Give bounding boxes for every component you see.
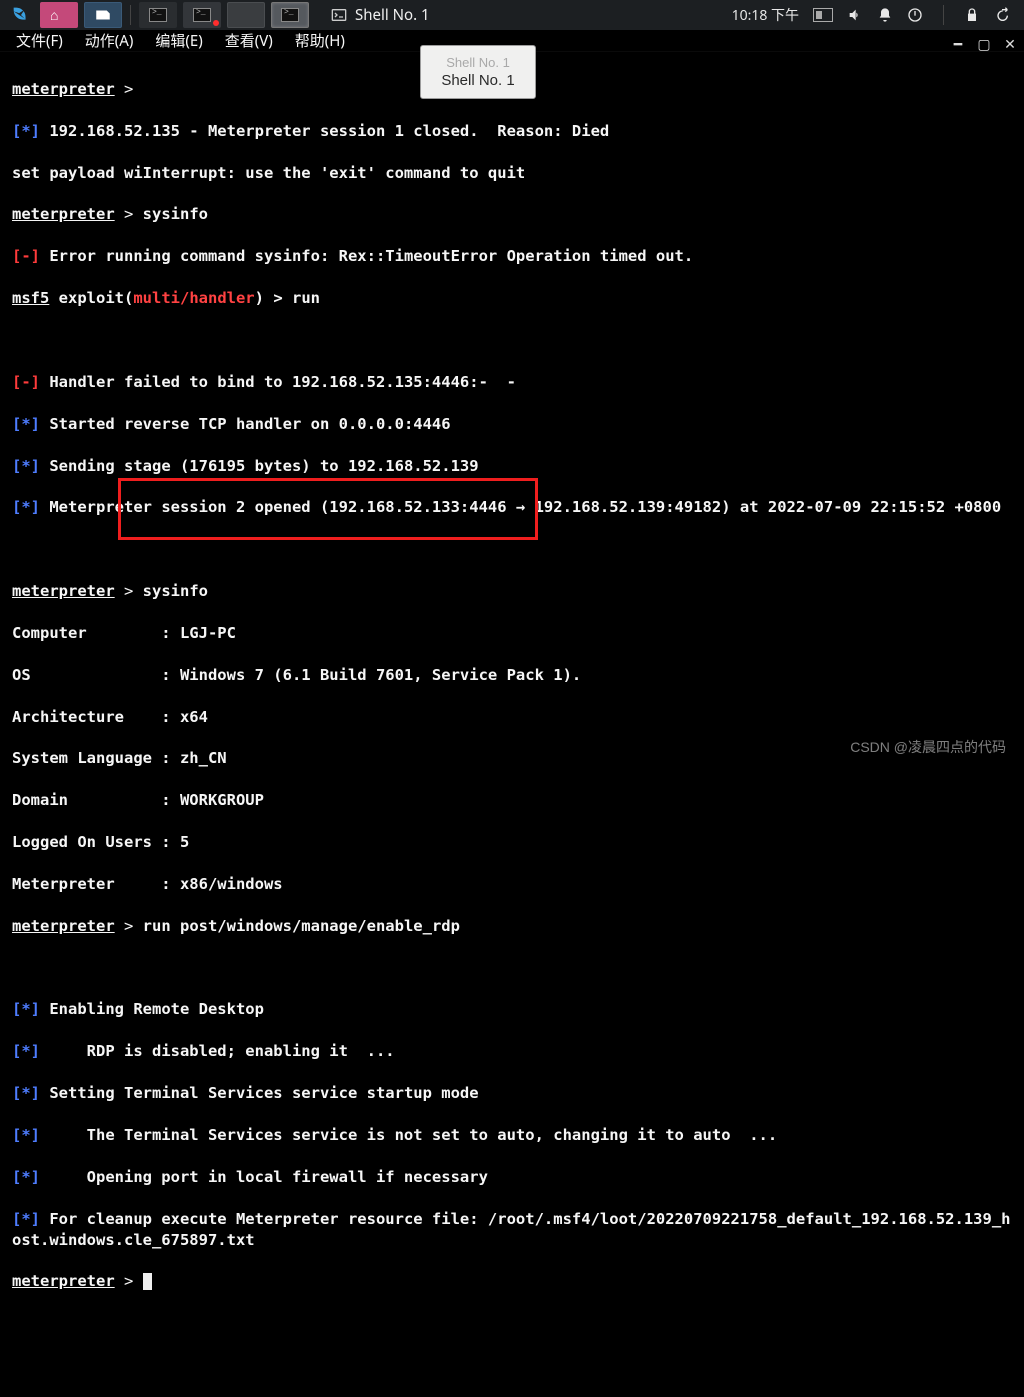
sysinfo-computer: Computer : LGJ-PC: [12, 623, 1012, 644]
sysinfo-arch: Architecture : x64: [12, 707, 1012, 728]
terminal-output[interactable]: meterpreter > [*] 192.168.52.135 - Meter…: [0, 52, 1024, 1397]
close-button[interactable]: ✕: [1002, 36, 1018, 52]
bell-icon[interactable]: [877, 7, 893, 23]
cursor: [143, 1273, 152, 1290]
menu-edit[interactable]: 编辑(E): [155, 30, 202, 51]
sysinfo-os: OS : Windows 7 (6.1 Build 7601, Service …: [12, 665, 1012, 686]
sysinfo-domain: Domain : WORKGROUP: [12, 790, 1012, 811]
maximize-button[interactable]: ▢: [976, 36, 992, 52]
app-menu-icon[interactable]: [4, 0, 38, 30]
clock[interactable]: 10:18 下午: [732, 5, 799, 25]
panel-tray: 10:18 下午: [732, 5, 1020, 25]
logout-icon[interactable]: [994, 7, 1010, 23]
taskbar-win-3[interactable]: [227, 2, 265, 28]
active-window-title-text: Shell No. 1: [355, 5, 430, 25]
tray-separator: [943, 5, 944, 25]
power-icon[interactable]: [907, 7, 923, 23]
workspace-indicator[interactable]: [813, 8, 833, 22]
taskbar-win-2[interactable]: [183, 2, 221, 28]
sysinfo-users: Logged On Users : 5: [12, 832, 1012, 853]
sysinfo-meter: Meterpreter : x86/windows: [12, 874, 1012, 895]
volume-icon[interactable]: [847, 7, 863, 23]
window-tab[interactable]: Shell No. 1 Shell No. 1: [420, 45, 536, 99]
taskbar-app-2[interactable]: [84, 2, 122, 28]
menu-file[interactable]: 文件(F): [16, 30, 63, 51]
desktop-panel: ⌂ Shell No. 1 10:18 下午: [0, 0, 1024, 30]
tab-ghost-label: Shell No. 1: [446, 55, 510, 70]
menu-help[interactable]: 帮助(H): [295, 30, 345, 51]
taskbar-apps: ⌂: [38, 2, 124, 28]
terminal-window: ━ ▢ ✕ 文件(F) 动作(A) 编辑(E) 查看(V) 帮助(H) mete…: [0, 30, 1024, 767]
taskbar-windows: [137, 2, 311, 28]
minimize-button[interactable]: ━: [950, 36, 966, 52]
menu-view[interactable]: 查看(V): [225, 30, 273, 51]
line-interrupt: set payload wiInterrupt: use the 'exit' …: [12, 163, 1012, 184]
lock-icon[interactable]: [964, 7, 980, 23]
taskbar-win-1[interactable]: [139, 2, 177, 28]
window-controls: ━ ▢ ✕: [950, 36, 1018, 52]
menu-action[interactable]: 动作(A): [85, 30, 134, 51]
watermark: CSDN @凌晨四点的代码: [850, 737, 1006, 757]
active-window-title: Shell No. 1: [331, 5, 430, 25]
prompt: meterpreter: [12, 80, 115, 98]
tab-current-label: Shell No. 1: [441, 72, 514, 89]
terminal-icon: [331, 7, 347, 23]
taskbar-win-active[interactable]: [271, 2, 309, 28]
panel-separator: [130, 5, 131, 25]
taskbar-app-1[interactable]: ⌂: [40, 2, 78, 28]
